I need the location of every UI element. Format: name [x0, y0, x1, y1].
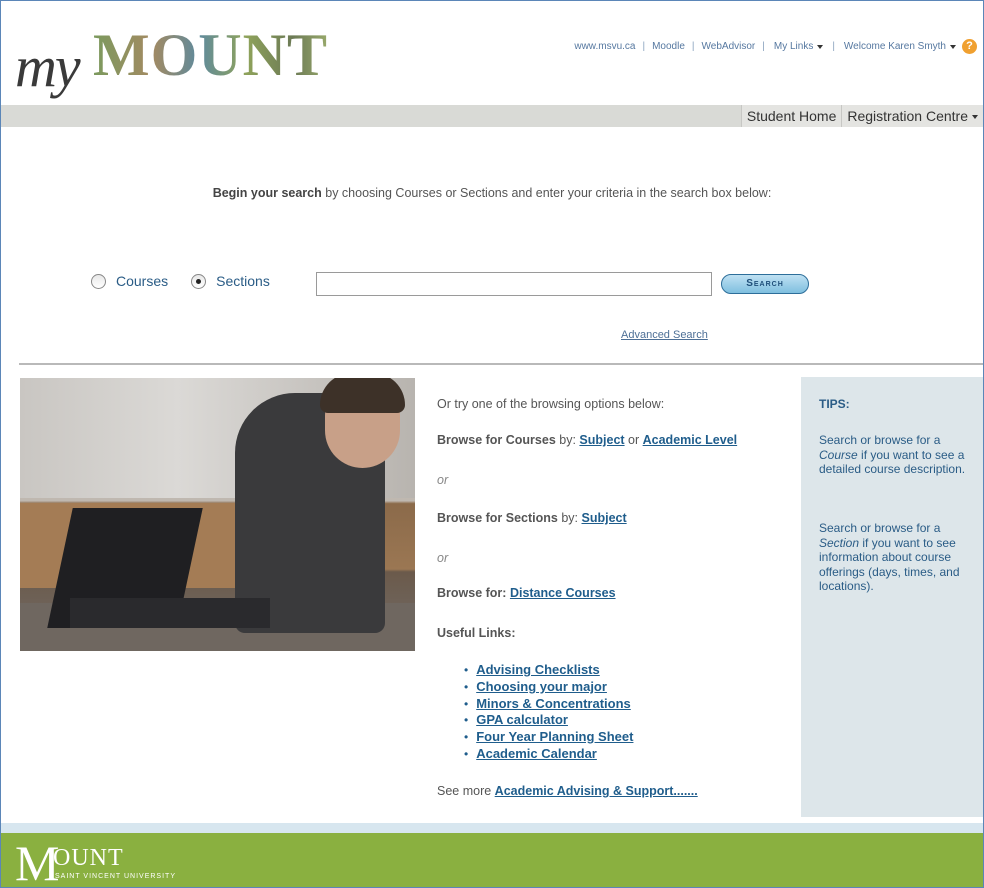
search-intro-text: by choosing Courses or Sections and ente… — [321, 186, 772, 200]
logo-mount-text: MOUNT — [93, 22, 328, 88]
link-webadvisor[interactable]: WebAdvisor — [702, 41, 756, 52]
useful-links-heading: Useful Links: — [437, 626, 516, 640]
top-links: www.msvu.ca | Moodle | WebAdvisor | My Links | W… — [572, 39, 979, 54]
useful-links-list: Advising Checklists Choosing your major … — [464, 662, 633, 763]
browse-courses-label: Browse for Courses — [437, 433, 556, 447]
link-msvu[interactable]: www.msvu.ca — [574, 41, 635, 52]
tips-panel: TIPS: Search or browse for a Course if y… — [801, 377, 983, 817]
search-intro: Begin your search by choosing Courses or… — [1, 186, 983, 200]
four-year-planning-link[interactable]: Four Year Planning Sheet — [476, 729, 633, 744]
search-input[interactable] — [316, 272, 712, 296]
minors-concentrations-link[interactable]: Minors & Concentrations — [476, 696, 631, 711]
radio-sections[interactable] — [191, 273, 207, 289]
list-item: Choosing your major — [464, 679, 633, 696]
list-item: Four Year Planning Sheet — [464, 729, 633, 746]
tab-registration-centre-label: Registration Centre — [847, 108, 968, 124]
browse-courses-line: Browse for Courses by: Subject or Academ… — [437, 433, 737, 447]
footer-band — [1, 823, 983, 833]
tips-title: TIPS: — [819, 397, 850, 411]
help-icon[interactable]: ? — [962, 39, 977, 54]
list-item: GPA calculator — [464, 712, 633, 729]
tip-text: Search or browse for a — [819, 521, 941, 535]
radio-courses[interactable] — [91, 273, 106, 289]
advising-checklists-link[interactable]: Advising Checklists — [476, 662, 600, 677]
separator: | — [762, 41, 765, 53]
see-more-line: See more Academic Advising & Support....… — [437, 784, 698, 798]
radio-sections-label[interactable]: Sections — [216, 273, 270, 289]
logo-my-text: my — [15, 34, 81, 99]
student-laptop-photo — [20, 378, 415, 651]
courses-by-academic-level-link[interactable]: Academic Level — [643, 433, 738, 447]
or-separator: or — [437, 551, 449, 565]
chevron-down-icon — [972, 115, 978, 120]
my-links-label: My Links — [773, 41, 814, 53]
search-type-radio-group: Courses Sections — [91, 273, 270, 289]
tip-courses: Search or browse for a Course if you wan… — [819, 433, 979, 477]
link-moodle[interactable]: Moodle — [652, 41, 685, 52]
tip-sections: Search or browse for a Section if you wa… — [819, 521, 979, 594]
browse-sections-label: Browse for Sections — [437, 511, 558, 525]
search-button[interactable]: Search — [721, 274, 809, 294]
browse-sections-line: Browse for Sections by: Subject — [437, 511, 627, 525]
welcome-user-menu[interactable]: Welcome Karen Smyth — [842, 41, 958, 52]
or-text: or — [624, 433, 643, 447]
footer: M OUNT SAINT VINCENT UNIVERSITY — [1, 833, 983, 887]
gpa-calculator-link[interactable]: GPA calculator — [476, 712, 568, 727]
nav-tabs: Student Home Registration Centre — [740, 105, 983, 127]
tab-student-home[interactable]: Student Home — [740, 105, 842, 127]
useful-links-label: Useful Links: — [437, 626, 516, 640]
or-separator: or — [437, 473, 449, 487]
courses-by-subject-link[interactable]: Subject — [579, 433, 624, 447]
tab-registration-centre[interactable]: Registration Centre — [841, 105, 983, 127]
footer-logo-sub: SAINT VINCENT UNIVERSITY — [55, 873, 176, 880]
choosing-major-link[interactable]: Choosing your major — [476, 679, 607, 694]
by-text: by: — [557, 511, 582, 525]
sections-by-subject-link[interactable]: Subject — [582, 511, 627, 525]
list-item: Minors & Concentrations — [464, 696, 633, 713]
academic-advising-support-link[interactable]: Academic Advising & Support....... — [495, 784, 698, 798]
list-item: Academic Calendar — [464, 746, 633, 763]
tip-text: Search or browse for a — [819, 433, 941, 447]
academic-calendar-link[interactable]: Academic Calendar — [476, 746, 597, 761]
search-intro-bold: Begin your search — [212, 186, 322, 200]
photo-hair — [320, 378, 405, 413]
radio-courses-label[interactable]: Courses — [116, 273, 168, 289]
divider — [19, 363, 983, 365]
see-more-text: See more — [437, 784, 495, 798]
separator: | — [832, 41, 835, 53]
photo-keyboard — [70, 598, 270, 628]
chevron-down-icon — [817, 44, 824, 49]
distance-courses-link[interactable]: Distance Courses — [510, 586, 616, 600]
main-navbar: Student Home Registration Centre — [1, 105, 983, 127]
browse-intro: Or try one of the browsing options below… — [437, 397, 665, 411]
separator: | — [691, 41, 695, 53]
browse-distance-line: Browse for: Distance Courses — [437, 586, 616, 600]
footer-logo-ount: OUNT — [53, 845, 124, 871]
tip-emphasis: Section — [819, 535, 860, 550]
advanced-search-link[interactable]: Advanced Search — [621, 329, 708, 341]
page-frame: my MOUNT www.msvu.ca | Moodle | WebAdvisor | M… — [0, 0, 984, 888]
chevron-down-icon — [950, 44, 956, 49]
browse-for-label: Browse for: — [437, 586, 510, 600]
welcome-label: Welcome Karen Smyth — [843, 41, 946, 53]
separator: | — [642, 41, 646, 53]
by-text: by: — [555, 433, 580, 447]
list-item: Advising Checklists — [464, 662, 633, 679]
tip-emphasis: Course — [819, 447, 858, 462]
my-links-menu[interactable]: My Links — [772, 41, 825, 52]
